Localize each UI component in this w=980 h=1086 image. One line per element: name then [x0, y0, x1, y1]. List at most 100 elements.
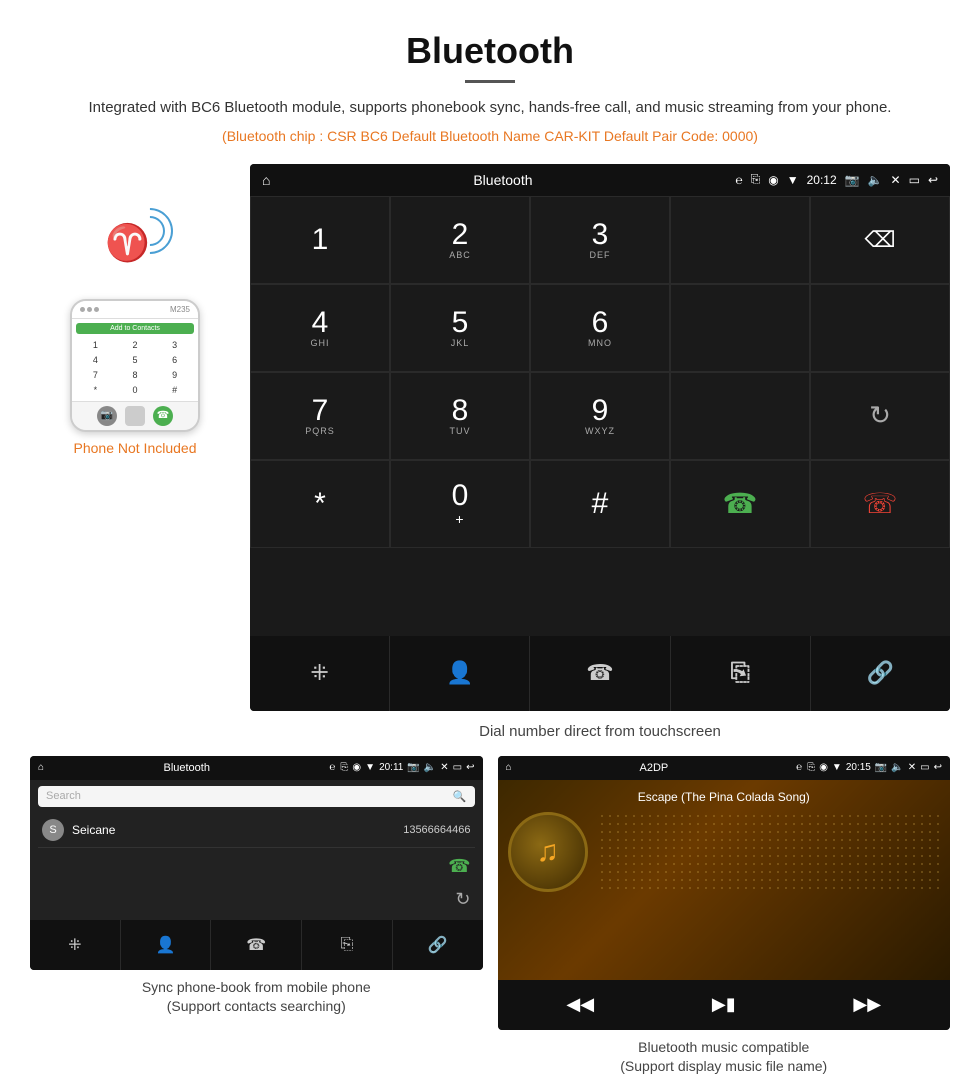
mini-win-icon[interactable]: ▭ — [453, 762, 462, 773]
phone-icon: ☎ — [586, 660, 613, 686]
main-row: ♈ M235 Add to Contacts 1 2 3 4 — [0, 164, 980, 756]
title-divider — [465, 80, 515, 83]
back-icon[interactable]: ↩ — [928, 173, 938, 187]
phone-key-4: 4 — [76, 353, 115, 367]
phone-mockup: M235 Add to Contacts 1 2 3 4 5 6 7 8 9 *… — [70, 299, 200, 432]
dial-key-2[interactable]: 2 ABC — [390, 196, 530, 284]
phonebook-area: Search 🔍 S Seicane 13566664466 ☎ ↻ — [30, 780, 483, 920]
mini-vol-icon-m[interactable]: 🔈 — [891, 762, 903, 773]
mini-link-icon[interactable]: 🔗 — [393, 920, 483, 970]
dial-call-green[interactable]: ☎ — [670, 460, 810, 548]
mini-cam-icon-m[interactable]: 📷 — [875, 762, 887, 773]
dial-key-7[interactable]: 7 PQRS — [250, 372, 390, 460]
music-visualizer — [598, 812, 941, 892]
music-song-title: Escape (The Pina Colada Song) — [508, 790, 941, 804]
camera-icon[interactable]: 📷 — [845, 173, 860, 187]
mini-cam-icon[interactable]: 📷 — [407, 762, 419, 773]
car-bottom-bar: ⁜ 👤 ☎ ⎘ 🔗 — [250, 636, 950, 711]
car-bottom-link[interactable]: 🔗 — [811, 636, 950, 711]
next-track-button[interactable]: ▶▶ — [853, 994, 881, 1015]
mini-time: 20:11 — [379, 762, 403, 773]
dial-key-9[interactable]: 9 WXYZ — [530, 372, 670, 460]
volume-icon[interactable]: 🔈 — [868, 173, 883, 187]
dial-empty-2 — [670, 284, 810, 372]
car-bottom-contacts[interactable]: 👤 — [390, 636, 530, 711]
contact-avatar: S — [42, 819, 64, 841]
grid-icon: ⁜ — [310, 660, 328, 686]
dial-key-3[interactable]: 3 DEF — [530, 196, 670, 284]
mini-status-icons-m: ⎘ ◉ ▼ 20:15 📷 🔈 ✕ ▭ ↩ — [807, 762, 942, 773]
refresh-contacts-icon[interactable]: ↻ — [455, 889, 470, 910]
car-bottom-grid[interactable]: ⁜ — [250, 636, 390, 711]
dial-empty-4 — [670, 372, 810, 460]
phonebook-search[interactable]: Search 🔍 — [38, 786, 475, 807]
phone-dot — [87, 307, 92, 312]
music-caption: Bluetooth music compatible (Support disp… — [498, 1038, 951, 1077]
mini-win-icon-m[interactable]: ▭ — [920, 762, 929, 773]
phone-key-hash: # — [155, 383, 194, 397]
phonebook-row: S Seicane 13566664466 — [38, 813, 475, 848]
dial-key-6[interactable]: 6 MNO — [530, 284, 670, 372]
dial-empty-3 — [810, 284, 950, 372]
mini-bt-icon2[interactable]: ⎘ — [302, 920, 393, 970]
mini-screen-title: Bluetooth — [49, 762, 324, 774]
dial-key-5[interactable]: 5 JKL — [390, 284, 530, 372]
phone-key-9: 9 — [155, 368, 194, 382]
mini-close-icon[interactable]: ✕ — [440, 762, 448, 773]
prev-track-button[interactable]: ◀◀ — [566, 994, 594, 1015]
mini-vol-icon[interactable]: 🔈 — [424, 762, 436, 773]
mini-screen-phonebook: ⌂ Bluetooth ℮ ⎘ ◉ ▼ 20:11 📷 🔈 ✕ ▭ ↩ — [30, 756, 483, 970]
mini-close-icon-m[interactable]: ✕ — [908, 762, 916, 773]
mini-wifi-icon-m: ▼ — [832, 762, 842, 773]
home-icon[interactable]: ⌂ — [262, 172, 270, 188]
contacts-icon: 👤 — [446, 660, 473, 686]
phone-top-bar: M235 — [72, 301, 198, 319]
time-display: 20:12 — [807, 173, 837, 187]
close-icon[interactable]: ✕ — [891, 173, 901, 187]
mini-back-icon[interactable]: ↩ — [466, 762, 474, 773]
mini-loc-icon: ◉ — [352, 762, 361, 773]
location-icon: ◉ — [768, 173, 778, 187]
mini-bottom-bar-phonebook: ⁜ 👤 ☎ ⎘ 🔗 — [30, 920, 483, 970]
phonebook-caption: Sync phone-book from mobile phone (Suppo… — [30, 978, 483, 1017]
phone-camera-button: 📷 — [97, 406, 117, 426]
mini-back-icon-m[interactable]: ↩ — [934, 762, 942, 773]
play-pause-button[interactable]: ▶▮ — [712, 994, 736, 1015]
mini-status-bar-phonebook: ⌂ Bluetooth ℮ ⎘ ◉ ▼ 20:11 📷 🔈 ✕ ▭ ↩ — [30, 756, 483, 780]
phone-key-8: 8 — [116, 368, 155, 382]
phone-dialpad: 1 2 3 4 5 6 7 8 9 * 0 # — [76, 338, 194, 397]
call-contact-icon[interactable]: ☎ — [448, 856, 470, 877]
car-bottom-phone[interactable]: ☎ — [530, 636, 670, 711]
dial-call-red[interactable]: ☏ — [810, 460, 950, 548]
mini-person-icon[interactable]: 👤 — [121, 920, 212, 970]
panel-music: ⌂ A2DP ℮ ⎘ ◉ ▼ 20:15 📷 🔈 ✕ ▭ ↩ Escape (T… — [498, 756, 951, 1077]
window-icon[interactable]: ▭ — [909, 173, 920, 187]
music-album: ♫ — [508, 812, 941, 892]
dial-key-8[interactable]: 8 TUV — [390, 372, 530, 460]
mini-loc-icon-m: ◉ — [819, 762, 828, 773]
dial-backspace[interactable]: ⌫ — [810, 196, 950, 284]
mini-usb-icon: ℮ — [329, 762, 335, 773]
dial-refresh[interactable]: ↻ — [810, 372, 950, 460]
search-icon: 🔍 — [453, 790, 467, 803]
mini-home-icon[interactable]: ⌂ — [38, 762, 44, 773]
mini-phone-icon[interactable]: ☎ — [211, 920, 302, 970]
dial-key-hash[interactable]: # — [530, 460, 670, 548]
mini-grid-icon[interactable]: ⁜ — [30, 920, 121, 970]
phone-dot — [94, 307, 99, 312]
dial-key-star[interactable]: * — [250, 460, 390, 548]
dial-key-1[interactable]: 1 — [250, 196, 390, 284]
contact-name: Seicane — [72, 823, 403, 837]
page-header: Bluetooth Integrated with BC6 Bluetooth … — [0, 0, 980, 154]
bluetooth-icon: ⎘ — [731, 659, 750, 687]
dial-key-4[interactable]: 4 GHI — [250, 284, 390, 372]
search-placeholder: Search — [46, 790, 81, 802]
mini-home-icon-m[interactable]: ⌂ — [506, 762, 512, 773]
mini-bt-icon-m: ⎘ — [807, 762, 815, 773]
dial-key-0[interactable]: 0 + — [390, 460, 530, 548]
car-bottom-bluetooth[interactable]: ⎘ — [671, 636, 811, 711]
phone-call-button: ☎ — [153, 406, 173, 426]
main-screen-caption: Dial number direct from touchscreen — [250, 723, 950, 740]
album-art: ♫ — [508, 812, 588, 892]
phone-key-star: * — [76, 383, 115, 397]
